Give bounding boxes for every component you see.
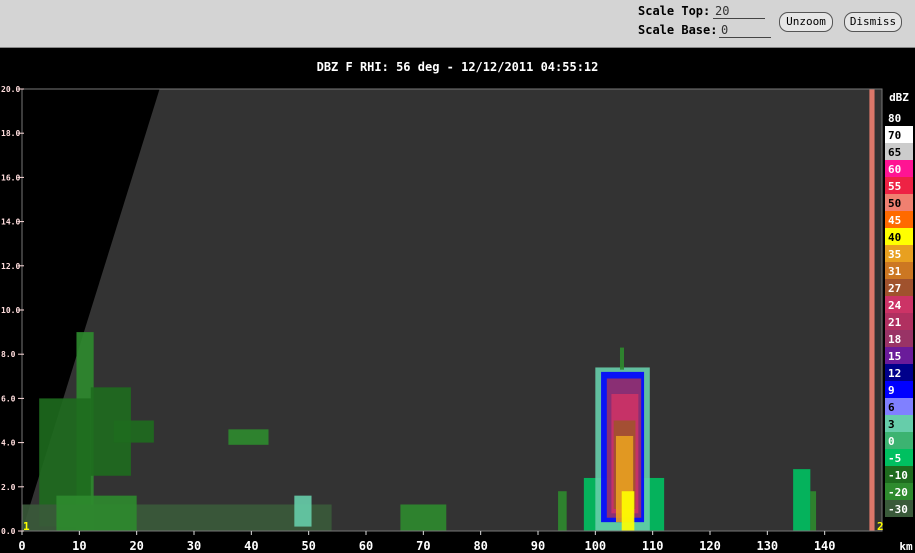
colorbar-label: -20: [888, 486, 908, 499]
y-tick-label: 6.0: [1, 394, 16, 403]
x-tick-label: 60: [359, 539, 373, 553]
rhi-plot: 0.0 2.0 4.0 6.0 8.0 10.0 12.0 14.0 16.0 18.0 20.0 0…: [1, 85, 913, 553]
echo-cell: [56, 495, 137, 531]
colorbar-label: 15: [888, 350, 901, 363]
echo-cell: [228, 429, 269, 445]
echo-cell: [793, 469, 811, 531]
echo-cell: [294, 495, 312, 527]
colorbar-label: 45: [888, 214, 901, 227]
colorbar-label: 35: [888, 248, 901, 261]
echo-cell: [869, 89, 875, 531]
echo-cell: [113, 420, 154, 443]
x-tick-label: 110: [642, 539, 664, 553]
y-tick-label: 2.0: [1, 483, 16, 492]
start-marker: 1: [23, 520, 30, 533]
y-tick-label: 4.0: [1, 439, 16, 448]
x-tick-label: 20: [129, 539, 143, 553]
x-tick-label: 30: [187, 539, 201, 553]
x-tick-label: 120: [699, 539, 721, 553]
y-tick-label: 12.0: [1, 262, 20, 271]
colorbar-label: 6: [888, 401, 895, 414]
colorbar-label: 27: [888, 282, 901, 295]
colorbar-label: 60: [888, 163, 901, 176]
end-marker: 2: [877, 520, 884, 533]
echo-cell: [619, 347, 624, 370]
colorbar-label: 12: [888, 367, 901, 380]
x-tick-label: 100: [584, 539, 606, 553]
x-tick-label: 10: [72, 539, 86, 553]
echo-cell: [558, 491, 567, 531]
colorbar-label: 55: [888, 180, 901, 193]
colorbar-label: 0: [888, 435, 895, 448]
colorbar-label: -10: [888, 469, 908, 482]
colorbar-label: 9: [888, 384, 895, 397]
colorbar-label: 21: [888, 316, 902, 329]
y-tick-label: 16.0: [1, 173, 20, 182]
x-tick-label: 90: [531, 539, 545, 553]
colorbar-title: dBZ: [889, 91, 909, 104]
y-tick-label: 20.0: [1, 85, 20, 94]
echo-cell: [810, 491, 817, 531]
y-tick-label: 14.0: [1, 218, 20, 227]
colorbar-label: 31: [888, 265, 902, 278]
y-tick-label: 8.0: [1, 350, 16, 359]
colorbar-label: 18: [888, 333, 901, 346]
colorbar-label: 80: [888, 112, 901, 125]
x-unit-label: km: [899, 540, 913, 553]
x-tick-label: 80: [473, 539, 487, 553]
colorbar-label: -30: [888, 503, 908, 516]
x-tick-label: 0: [18, 539, 25, 553]
y-tick-label: 18.0: [1, 129, 20, 138]
x-tick-label: 50: [301, 539, 315, 553]
colorbar-label: 24: [888, 299, 902, 312]
y-tick-label: 0.0: [1, 527, 16, 536]
colorbar-label: 50: [888, 197, 901, 210]
echo-cell: [621, 491, 635, 531]
colorbar: dBZ 80 70 65 60 55 50 45 40 35 31 27 24 21 18 15 12 9 6 3 0 -…: [885, 91, 913, 517]
x-tick-label: 130: [756, 539, 778, 553]
plot-background: [22, 89, 882, 531]
colorbar-label: 3: [888, 418, 895, 431]
plot-area: [22, 89, 882, 531]
colorbar-label: -5: [888, 452, 901, 465]
y-tick-label: 10.0: [1, 306, 20, 315]
colorbar-label: 65: [888, 146, 901, 159]
colorbar-label: 70: [888, 129, 901, 142]
x-tick-label: 70: [416, 539, 430, 553]
x-tick-label: 40: [244, 539, 258, 553]
colorbar-label: 40: [888, 231, 901, 244]
x-tick-label: 140: [814, 539, 836, 553]
echo-cell: [400, 504, 447, 531]
